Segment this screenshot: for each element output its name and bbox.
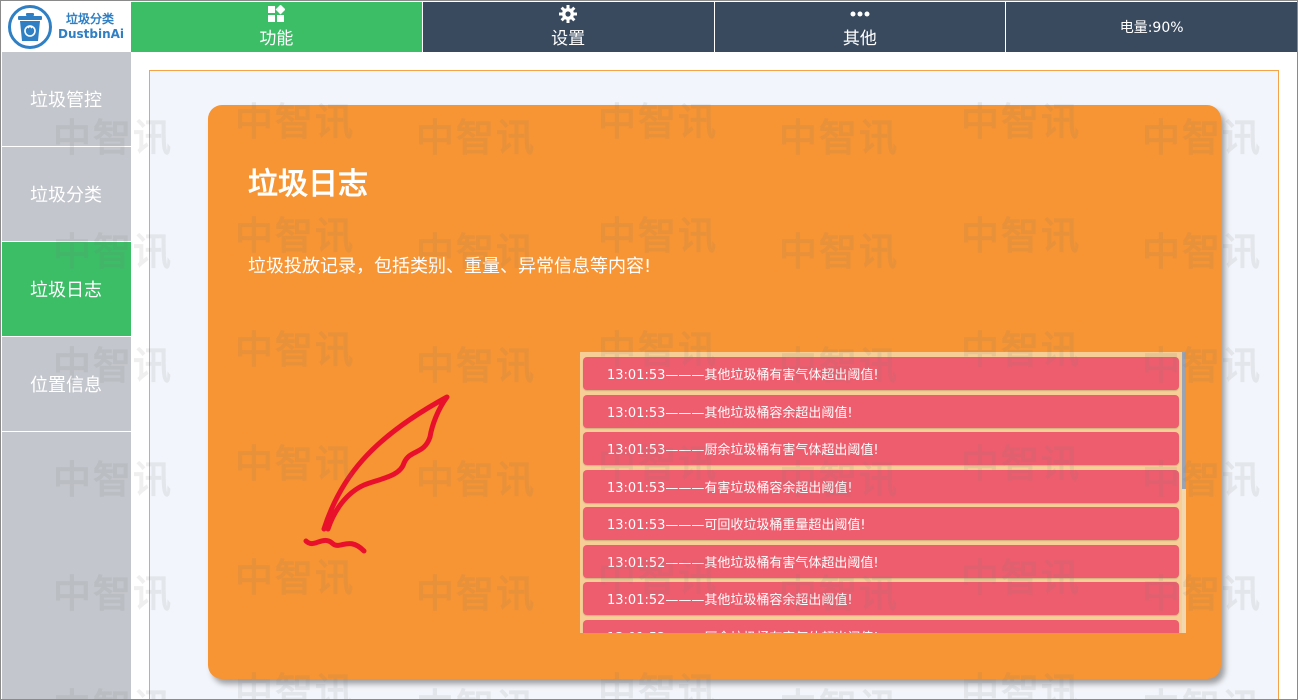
log-entry: 13:01:52———其他垃圾桶容余超出阈值! — [583, 582, 1179, 615]
log-entry: 13:01:53———其他垃圾桶容余超出阈值! — [583, 394, 1179, 428]
sidebar-item-waste-control[interactable]: 垃圾管控 — [2, 52, 131, 147]
page-description: 垃圾投放记录，包括类别、重量、异常信息等内容! — [248, 256, 652, 277]
tab-function-label: 功能 — [259, 29, 294, 49]
gear-icon — [559, 5, 578, 23]
log-entry: 13:01:53———有害垃圾桶容余超出阈值! — [583, 469, 1179, 503]
more-dots-icon — [850, 5, 870, 23]
app-window: 垃圾分类 DustbinAi 功能 设置 其他 电量:90% 垃圾管控 垃圾分类… — [0, 0, 1298, 700]
tab-settings[interactable]: 设置 — [423, 2, 715, 52]
tab-settings-label: 设置 — [551, 29, 586, 49]
tab-other-label: 其他 — [842, 29, 877, 49]
main-content: 垃圾日志 垃圾投放记录，包括类别、重量、异常信息等内容! 13:01:53———… — [131, 52, 1297, 699]
log-list: 13:01:53———其他垃圾桶有害气体超出阈值! 13:01:53———其他垃… — [583, 357, 1179, 633]
top-navigation: 功能 设置 其他 电量:90% — [131, 2, 1297, 52]
log-entry: 13:01:53———其他垃圾桶有害气体超出阈值! — [583, 357, 1179, 390]
battery-status: 电量:90% — [1119, 20, 1184, 36]
sidebar-item-label: 垃圾日志 — [30, 280, 102, 301]
sidebar: 垃圾管控 垃圾分类 垃圾日志 位置信息 — [2, 52, 131, 699]
app-logo: 垃圾分类 DustbinAi — [2, 2, 131, 52]
log-scrollbar[interactable] — [1182, 352, 1186, 633]
logo-title-cn: 垃圾分类 — [66, 12, 115, 26]
tab-other[interactable]: 其他 — [715, 2, 1007, 52]
sidebar-item-label: 位置信息 — [30, 375, 102, 396]
sidebar-item-location[interactable]: 位置信息 — [2, 337, 131, 432]
sidebar-item-label: 垃圾管控 — [30, 90, 102, 111]
log-scrollbar-thumb[interactable] — [1182, 352, 1186, 489]
log-entry: 13:01:53———可回收垃圾桶重量超出阈值! — [583, 507, 1179, 540]
log-card: 垃圾日志 垃圾投放记录，包括类别、重量、异常信息等内容! 13:01:53———… — [208, 105, 1221, 679]
log-entry: 13:01:53———厨余垃圾桶有害气体超出阈值! — [583, 432, 1179, 465]
sidebar-item-waste-log[interactable]: 垃圾日志 — [2, 242, 131, 337]
log-entry: 13:01:52———厨余垃圾桶有害气体超出阈值! — [583, 619, 1179, 633]
grid-icon — [267, 5, 286, 23]
page-title: 垃圾日志 — [248, 167, 368, 202]
trash-bin-icon — [8, 5, 52, 49]
logo-title-en: DustbinAi — [58, 27, 125, 41]
sidebar-item-label: 垃圾分类 — [30, 185, 102, 206]
log-entry: 13:01:52———其他垃圾桶有害气体超出阈值! — [583, 544, 1179, 578]
tab-function[interactable]: 功能 — [131, 2, 423, 52]
log-list-panel[interactable]: 13:01:53———其他垃圾桶有害气体超出阈值! 13:01:53———其他垃… — [580, 352, 1186, 633]
content-panel: 垃圾日志 垃圾投放记录，包括类别、重量、异常信息等内容! 13:01:53———… — [149, 70, 1279, 699]
quill-feather-icon — [303, 394, 450, 554]
sidebar-item-waste-sorting[interactable]: 垃圾分类 — [2, 147, 131, 242]
